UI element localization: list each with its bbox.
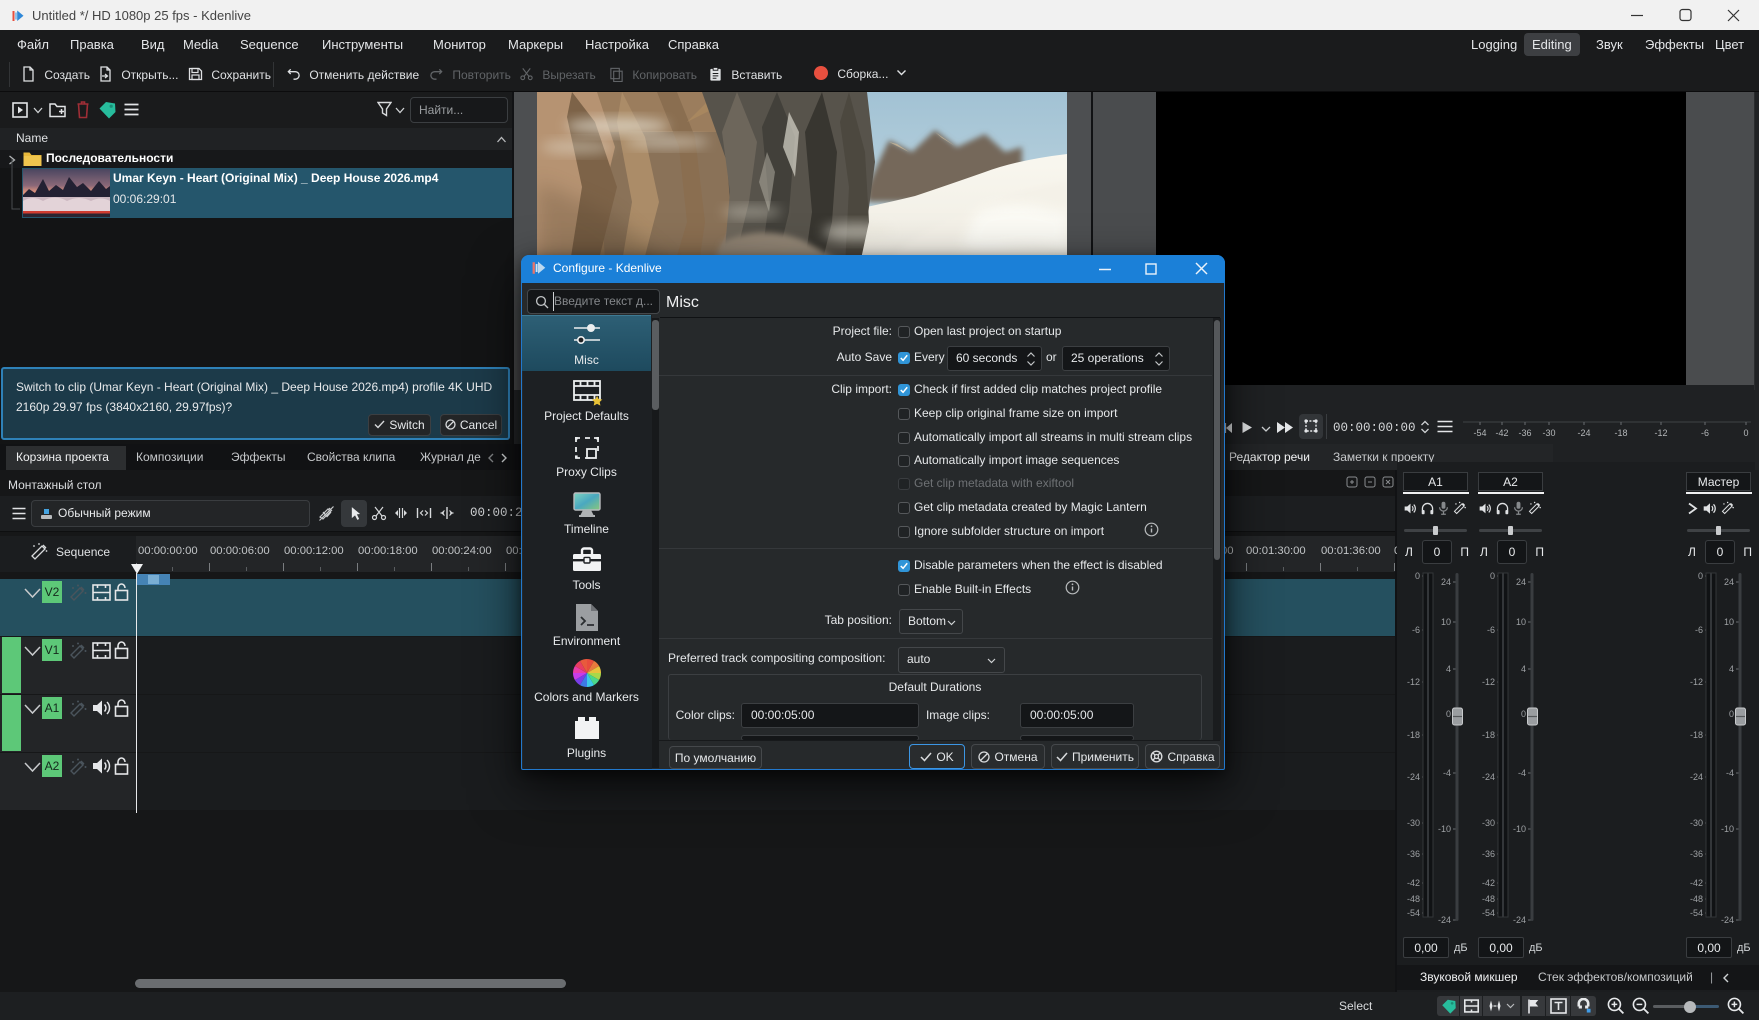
svg-text:0: 0 <box>1490 571 1495 581</box>
svg-text:4: 4 <box>1729 664 1734 674</box>
svg-text:0: 0 <box>1698 571 1703 581</box>
svg-text:24: 24 <box>1516 577 1526 587</box>
svg-text:-12: -12 <box>1482 677 1495 687</box>
svg-text:-4: -4 <box>1443 768 1451 778</box>
svg-text:0: 0 <box>1521 709 1526 719</box>
svg-text:-6: -6 <box>1487 625 1495 635</box>
svg-text:-42: -42 <box>1690 878 1703 888</box>
svg-text:-48: -48 <box>1482 894 1495 904</box>
svg-text:-6: -6 <box>1695 625 1703 635</box>
svg-text:-24: -24 <box>1482 772 1495 782</box>
svg-text:-4: -4 <box>1518 768 1526 778</box>
svg-text:-36: -36 <box>1407 849 1420 859</box>
svg-text:-54: -54 <box>1473 428 1486 438</box>
svg-text:-18: -18 <box>1482 730 1495 740</box>
svg-text:-24: -24 <box>1690 772 1703 782</box>
svg-text:-42: -42 <box>1482 878 1495 888</box>
svg-text:-42: -42 <box>1407 878 1420 888</box>
svg-text:0: 0 <box>1743 428 1748 438</box>
svg-text:-30: -30 <box>1482 818 1495 828</box>
svg-text:-36: -36 <box>1518 428 1531 438</box>
svg-text:-10: -10 <box>1513 824 1526 834</box>
svg-text:10: 10 <box>1516 617 1526 627</box>
svg-text:10: 10 <box>1441 617 1451 627</box>
svg-text:-12: -12 <box>1407 677 1420 687</box>
svg-text:0: 0 <box>1415 571 1420 581</box>
svg-text:-24: -24 <box>1407 772 1420 782</box>
svg-text:10: 10 <box>1724 617 1734 627</box>
svg-text:4: 4 <box>1521 664 1526 674</box>
svg-text:-4: -4 <box>1726 768 1734 778</box>
svg-text:-30: -30 <box>1542 428 1555 438</box>
svg-text:-36: -36 <box>1690 849 1703 859</box>
svg-text:-10: -10 <box>1438 824 1451 834</box>
svg-text:-24: -24 <box>1577 428 1590 438</box>
svg-text:-24: -24 <box>1721 915 1734 925</box>
svg-text:-18: -18 <box>1690 730 1703 740</box>
svg-text:-30: -30 <box>1690 818 1703 828</box>
svg-text:24: 24 <box>1441 577 1451 587</box>
svg-text:-54: -54 <box>1407 908 1420 918</box>
svg-text:-48: -48 <box>1407 894 1420 904</box>
svg-text:-6: -6 <box>1412 625 1420 635</box>
svg-text:-54: -54 <box>1690 908 1703 918</box>
svg-text:-18: -18 <box>1407 730 1420 740</box>
svg-text:-54: -54 <box>1482 908 1495 918</box>
svg-text:-12: -12 <box>1654 428 1667 438</box>
svg-text:-18: -18 <box>1614 428 1627 438</box>
svg-text:-48: -48 <box>1690 894 1703 904</box>
svg-text:-12: -12 <box>1690 677 1703 687</box>
svg-text:-24: -24 <box>1513 915 1526 925</box>
svg-text:-30: -30 <box>1407 818 1420 828</box>
svg-text:-24: -24 <box>1438 915 1451 925</box>
svg-text:0: 0 <box>1729 709 1734 719</box>
svg-text:24: 24 <box>1724 577 1734 587</box>
svg-text:-6: -6 <box>1701 428 1709 438</box>
svg-text:-10: -10 <box>1721 824 1734 834</box>
svg-text:0: 0 <box>1446 709 1451 719</box>
svg-text:-36: -36 <box>1482 849 1495 859</box>
svg-text:-42: -42 <box>1495 428 1508 438</box>
svg-text:4: 4 <box>1446 664 1451 674</box>
